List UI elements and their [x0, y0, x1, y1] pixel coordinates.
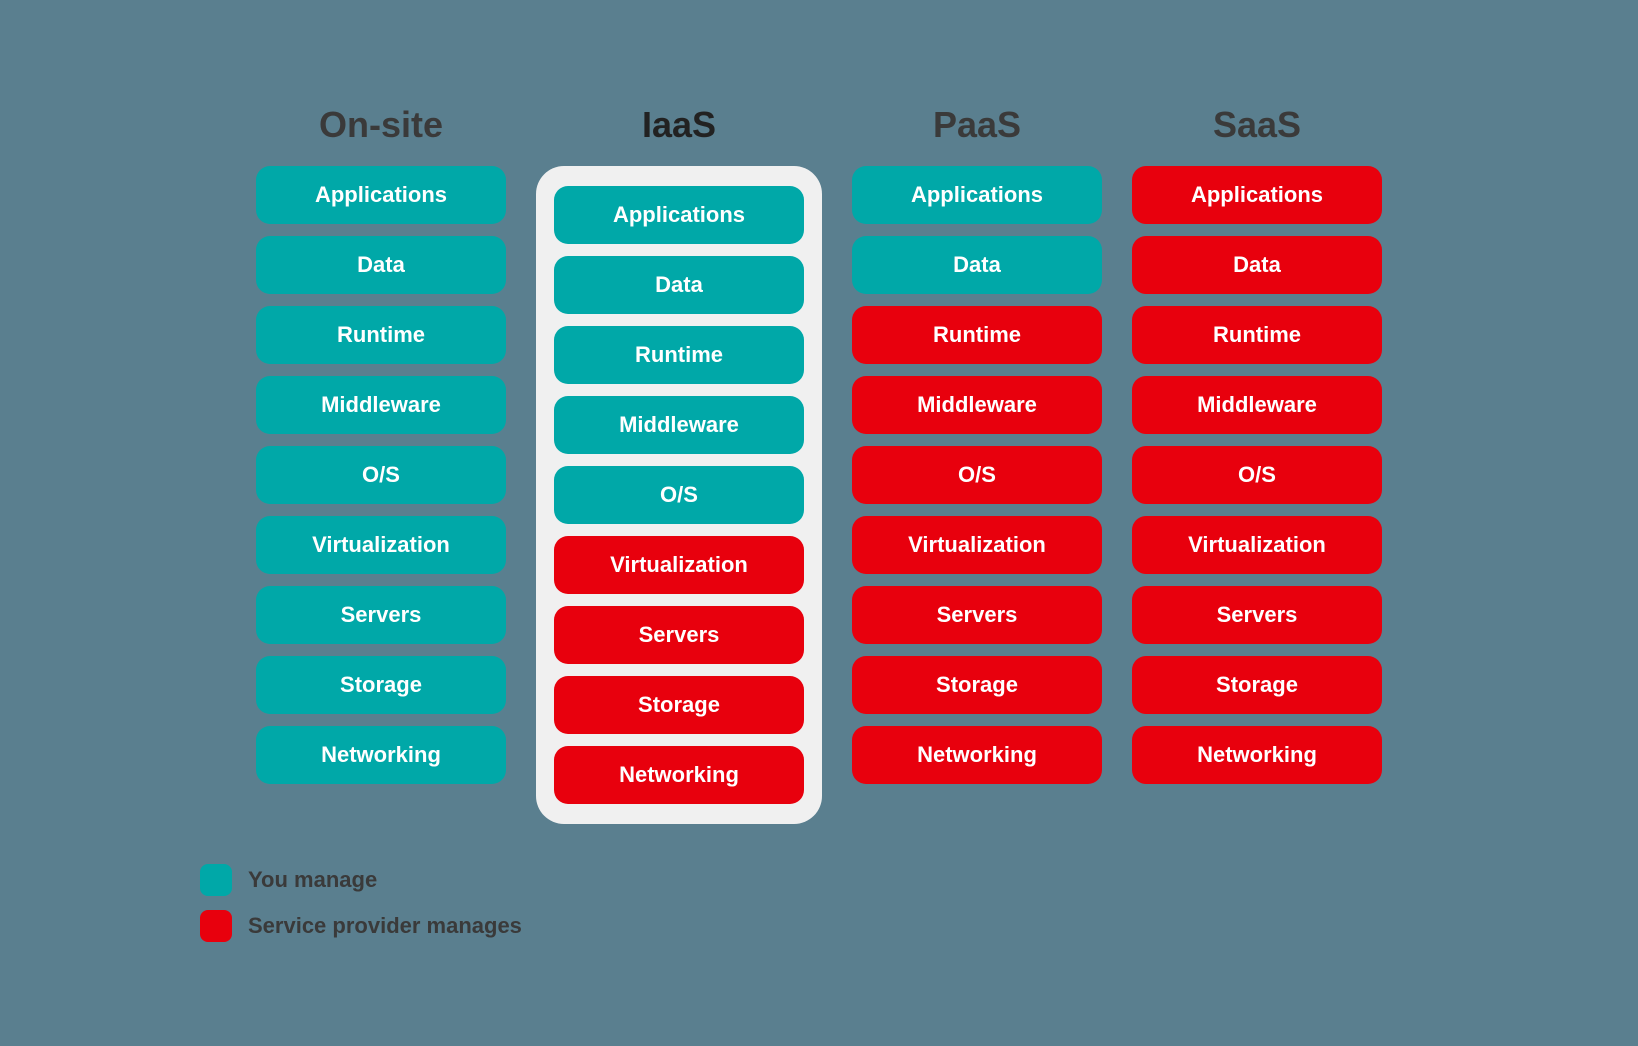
legend-dot-red [200, 910, 232, 942]
diagram-container: On-site Applications Data Runtime Middleware… [0, 64, 1638, 982]
pill-paas-runtime: Runtime [852, 306, 1102, 364]
pill-paas-data: Data [852, 236, 1102, 294]
iaas-panel: Applications Data Runtime Middleware O/S Virt… [536, 166, 822, 824]
legend-dot-teal [200, 864, 232, 896]
pill-onsite-data: Data [256, 236, 506, 294]
legend-item-teal: You manage [200, 864, 522, 896]
pill-paas-middleware: Middleware [852, 376, 1102, 434]
pill-onsite-virtualization: Virtualization [256, 516, 506, 574]
pill-saas-runtime: Runtime [1132, 306, 1382, 364]
pill-paas-networking: Networking [852, 726, 1102, 784]
pill-paas-applications: Applications [852, 166, 1102, 224]
column-paas: PaaS Applications Data Runtime Middleware O/S… [852, 104, 1102, 784]
legend-text-red: Service provider manages [248, 913, 522, 939]
column-header-saas: SaaS [1213, 104, 1301, 146]
pill-onsite-networking: Networking [256, 726, 506, 784]
column-header-paas: PaaS [933, 104, 1021, 146]
pill-onsite-storage: Storage [256, 656, 506, 714]
pill-iaas-middleware: Middleware [554, 396, 804, 454]
pill-saas-storage: Storage [1132, 656, 1382, 714]
pill-saas-virtualization: Virtualization [1132, 516, 1382, 574]
pill-saas-middleware: Middleware [1132, 376, 1382, 434]
column-iaas: IaaS Applications Data Runtime Middleware O/S… [536, 104, 822, 824]
columns-wrapper: On-site Applications Data Runtime Middleware… [256, 104, 1382, 824]
pill-iaas-runtime: Runtime [554, 326, 804, 384]
pill-paas-o-s: O/S [852, 446, 1102, 504]
pill-onsite-applications: Applications [256, 166, 506, 224]
pill-iaas-o-s: O/S [554, 466, 804, 524]
pill-saas-networking: Networking [1132, 726, 1382, 784]
pill-paas-virtualization: Virtualization [852, 516, 1102, 574]
pill-iaas-servers: Servers [554, 606, 804, 664]
pill-paas-storage: Storage [852, 656, 1102, 714]
pill-iaas-applications: Applications [554, 186, 804, 244]
column-header-onsite: On-site [319, 104, 443, 146]
legend: You manage Service provider manages [200, 864, 522, 942]
pill-iaas-storage: Storage [554, 676, 804, 734]
pill-saas-data: Data [1132, 236, 1382, 294]
pill-iaas-data: Data [554, 256, 804, 314]
pill-saas-applications: Applications [1132, 166, 1382, 224]
legend-text-teal: You manage [248, 867, 377, 893]
column-saas: SaaS Applications Data Runtime Middleware O/S… [1132, 104, 1382, 784]
pill-iaas-virtualization: Virtualization [554, 536, 804, 594]
column-onsite: On-site Applications Data Runtime Middleware… [256, 104, 506, 784]
column-header-iaas: IaaS [642, 104, 716, 146]
pill-iaas-networking: Networking [554, 746, 804, 804]
pill-saas-servers: Servers [1132, 586, 1382, 644]
pill-paas-servers: Servers [852, 586, 1102, 644]
pill-saas-o-s: O/S [1132, 446, 1382, 504]
pill-onsite-o-s: O/S [256, 446, 506, 504]
legend-item-red: Service provider manages [200, 910, 522, 942]
pill-onsite-runtime: Runtime [256, 306, 506, 364]
pill-onsite-servers: Servers [256, 586, 506, 644]
pill-onsite-middleware: Middleware [256, 376, 506, 434]
